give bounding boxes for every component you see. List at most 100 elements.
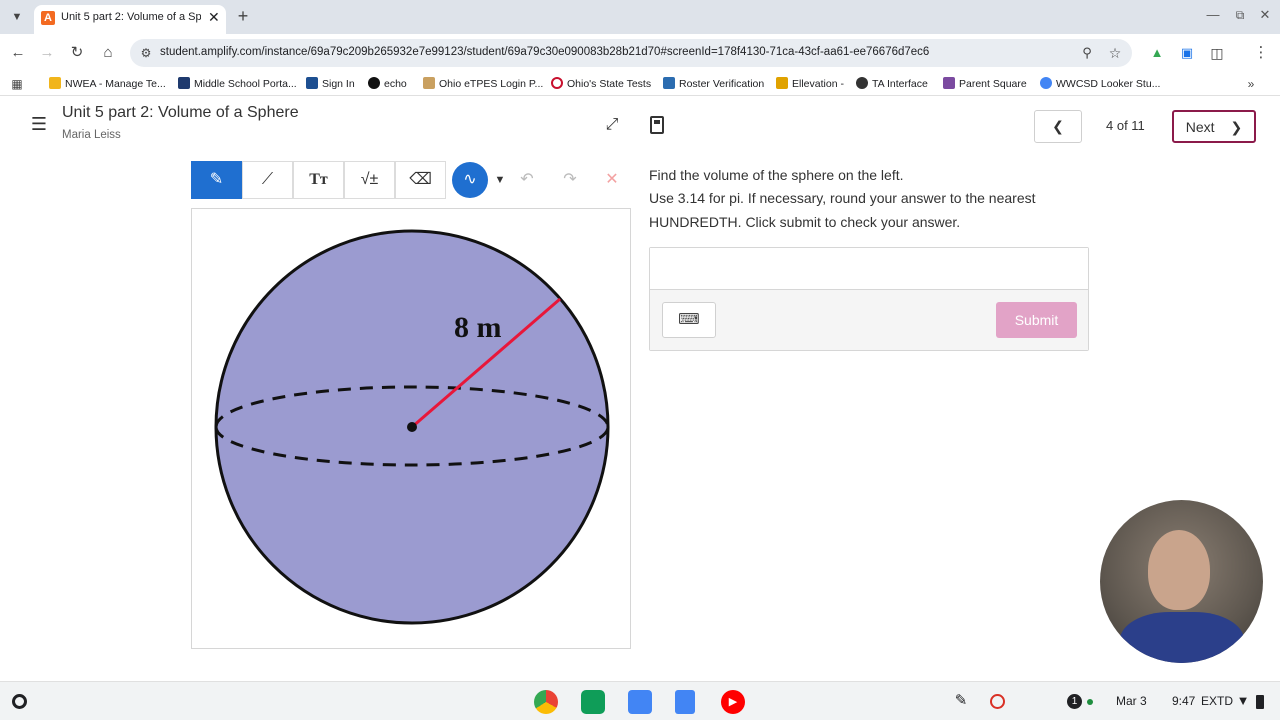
folder-icon	[423, 77, 435, 89]
timezone-label: EXTD	[1201, 694, 1234, 708]
stroke-style-button[interactable]: ∿	[452, 162, 488, 198]
hamburger-menu-icon[interactable]: ☰	[28, 113, 50, 135]
site-info-icon[interactable]: ⚙	[135, 42, 157, 64]
text-tool-button[interactable]: Tт	[293, 161, 344, 199]
bookmark-item[interactable]: NWEA - Manage Te...	[49, 77, 166, 90]
eraser-tool-button[interactable]: ⌫	[395, 161, 446, 199]
bookmark-item[interactable]: echo	[368, 77, 407, 90]
question-line-3: HUNDREDTH. Click submit to check your an…	[649, 214, 961, 230]
undo-icon[interactable]: ↶	[516, 169, 538, 191]
bookmark-item[interactable]: Ohio eTPES Login P...	[423, 77, 543, 90]
fullscreen-icon[interactable]: ⤢	[601, 114, 623, 136]
previous-screen-button[interactable]: ❮	[1034, 110, 1082, 143]
webcam-overlay[interactable]	[1100, 500, 1263, 663]
extension-icon[interactable]: ▣	[1176, 42, 1198, 64]
docs-icon[interactable]	[675, 690, 695, 714]
chrome-icon[interactable]	[534, 690, 558, 714]
back-icon[interactable]: ←	[7, 42, 29, 64]
more-bookmarks-icon[interactable]: »	[1240, 73, 1262, 95]
nwea-icon	[49, 77, 61, 89]
minimize-icon[interactable]: —	[1202, 4, 1224, 26]
student-name: Maria Leiss	[62, 129, 121, 141]
radius-label: 8 m	[454, 311, 502, 344]
answer-box: ⌨ Submit	[649, 247, 1089, 351]
apps-grid-icon[interactable]: ▦	[6, 73, 28, 95]
next-screen-button[interactable]: Next ❯	[1172, 110, 1256, 143]
notification-count-badge[interactable]: 1	[1067, 694, 1082, 709]
line-tool-button[interactable]: ⟋	[242, 161, 293, 199]
time-label[interactable]: 9:47	[1172, 694, 1195, 708]
presenter-face	[1148, 530, 1210, 610]
lesson-title: Unit 5 part 2: Volume of a Sphere	[62, 104, 299, 121]
bookmark-star-icon[interactable]: ☆	[1104, 42, 1126, 64]
question-line-1: Find the volume of the sphere on the lef…	[649, 167, 904, 183]
tab-search-chevron-icon[interactable]: ▼	[6, 6, 28, 28]
tab-title: Unit 5 part 2: Volume of a Sphe	[61, 11, 201, 23]
text-icon: Tт	[309, 171, 328, 188]
window-close-icon[interactable]: ✕	[1254, 4, 1276, 26]
bookmark-item[interactable]: Sign In	[306, 77, 355, 90]
pencil-icon: ✎	[209, 171, 224, 188]
looker-icon	[1040, 77, 1052, 89]
question-line-2: Use 3.14 for pi. If necessary, round you…	[649, 190, 1036, 206]
bookmark-item[interactable]: Roster Verification	[663, 77, 764, 90]
bookmarks-bar: ▦ NWEA - Manage Te... Middle School Port…	[0, 72, 1280, 96]
home-icon[interactable]: ⌂	[97, 42, 119, 64]
youtube-icon[interactable]: ▶	[721, 690, 745, 714]
url-text: student.amplify.com/instance/69a79c209b2…	[160, 46, 930, 58]
wifi-icon[interactable]: ▼	[1232, 690, 1254, 712]
bookmark-item[interactable]: Parent Square	[943, 77, 1027, 90]
answer-footer: ⌨ Submit	[650, 290, 1088, 350]
browser-menu-icon[interactable]: ⋮	[1250, 42, 1272, 64]
browser-tabstrip: ▼ A Unit 5 part 2: Volume of a Sphe ✕ + …	[0, 0, 1280, 34]
stylus-pen-icon[interactable]: ✎	[950, 690, 972, 712]
page-counter: 4 of 11	[1106, 118, 1145, 133]
math-tool-button[interactable]: √±	[344, 161, 395, 199]
os-shelf: ▶ ✎ 1 Mar 3 9:47 EXTD ▼	[0, 681, 1280, 720]
eraser-icon: ⌫	[409, 171, 432, 188]
bookmark-item[interactable]: WWCSD Looker Stu...	[1040, 77, 1160, 90]
battery-icon[interactable]	[1256, 695, 1264, 709]
tab-close-icon[interactable]: ✕	[208, 9, 220, 26]
bookmark-item[interactable]: TA Interface	[856, 77, 928, 90]
calculator-icon[interactable]	[650, 116, 664, 134]
presenter-hoodie	[1120, 612, 1244, 663]
sketch-canvas[interactable]: 8 m	[191, 208, 631, 649]
browser-tab[interactable]: A Unit 5 part 2: Volume of a Sphe ✕	[34, 5, 226, 34]
address-bar[interactable]: ⚙ student.amplify.com/instance/69a79c209…	[130, 39, 1132, 67]
drive-icon[interactable]: ▲	[1146, 42, 1168, 64]
calendar-icon[interactable]	[628, 690, 652, 714]
status-dot-icon	[1087, 699, 1093, 705]
globe-icon	[856, 77, 868, 89]
portal-icon	[178, 77, 190, 89]
center-point	[407, 422, 417, 432]
redo-icon[interactable]: ↷	[559, 169, 581, 191]
launcher-icon[interactable]	[12, 694, 27, 709]
new-tab-icon[interactable]: +	[232, 5, 254, 27]
submit-button[interactable]: Submit	[996, 302, 1077, 338]
bar-chart-icon	[776, 77, 788, 89]
forward-icon[interactable]: →	[36, 42, 58, 64]
bookmark-item[interactable]: Ellevation -	[776, 77, 844, 90]
math-keyboard-button[interactable]: ⌨	[662, 302, 716, 338]
sphere-figure: 8 m	[214, 229, 610, 625]
browser-toolbar: ← → ↻ ⌂ ⚙ student.amplify.com/instance/6…	[0, 34, 1280, 72]
answer-input[interactable]	[650, 248, 1088, 290]
restore-icon[interactable]: ⧉	[1229, 4, 1251, 26]
screen-record-icon[interactable]	[990, 694, 1005, 709]
graduation-cap-icon	[306, 77, 318, 89]
bookmark-item[interactable]: Ohio's State Tests	[551, 77, 651, 90]
parent-square-icon	[943, 77, 955, 89]
extensions-puzzle-icon[interactable]: ◫	[1206, 42, 1228, 64]
pen-tool-button[interactable]: ✎	[191, 161, 242, 199]
classroom-icon[interactable]	[581, 690, 605, 714]
stroke-dropdown-chevron-icon[interactable]: ▼	[489, 169, 511, 191]
date-label[interactable]: Mar 3	[1116, 694, 1147, 708]
bookmark-item[interactable]: Middle School Porta...	[178, 77, 297, 90]
amplify-favicon-icon: A	[41, 11, 55, 25]
zoom-icon[interactable]: ⚲	[1076, 42, 1098, 64]
clear-icon[interactable]: ✕	[601, 169, 623, 191]
roster-icon	[663, 77, 675, 89]
reload-icon[interactable]: ↻	[66, 42, 88, 64]
keyboard-icon: ⌨	[678, 311, 700, 328]
